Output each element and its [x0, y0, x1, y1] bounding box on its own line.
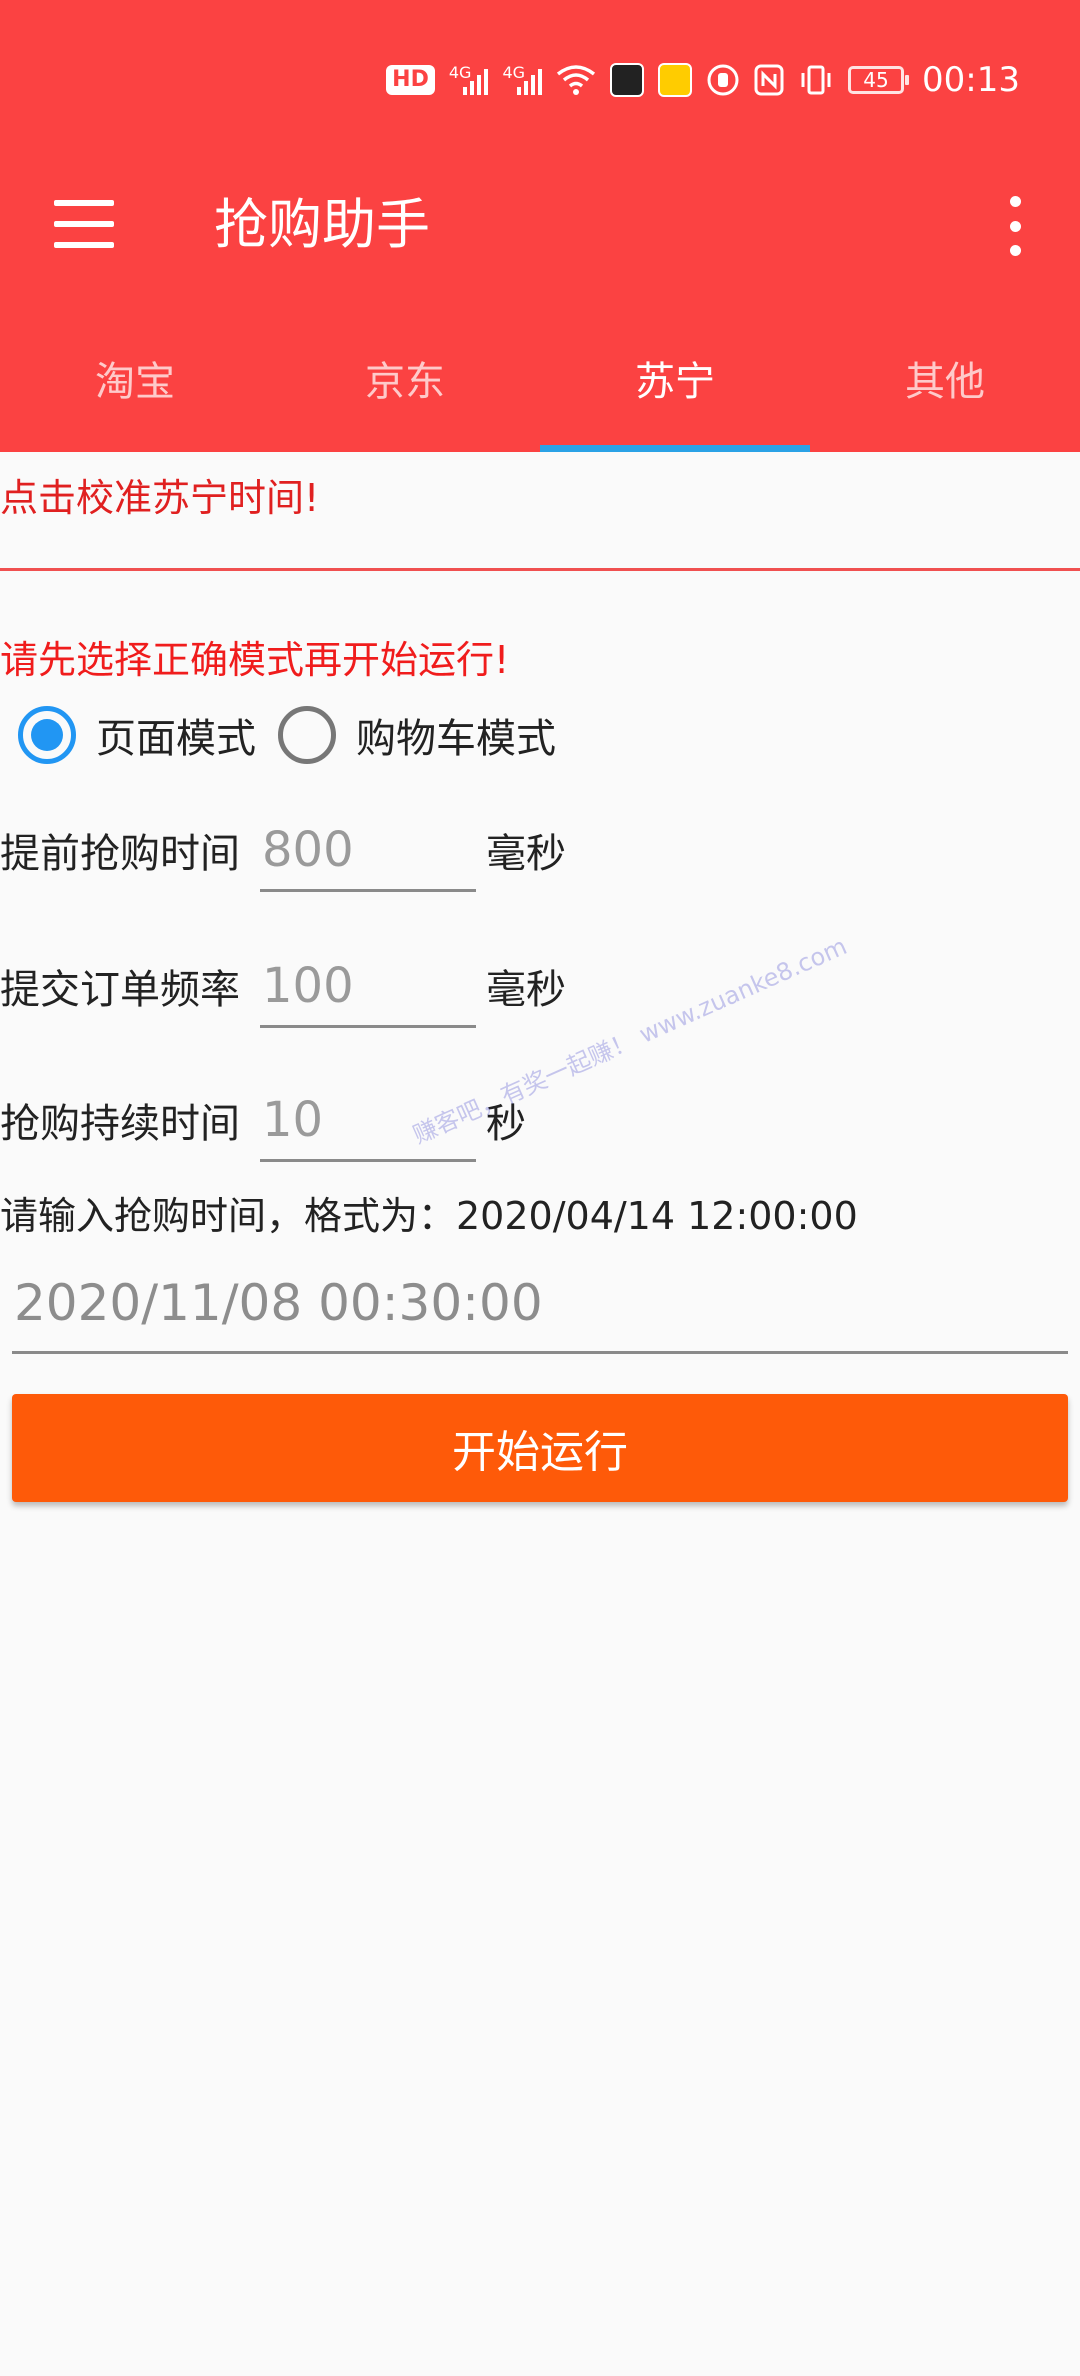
cart-mode-label[interactable]: 购物车模式	[356, 706, 556, 764]
tab-taobao[interactable]: 淘宝	[0, 340, 270, 452]
clock: 00:13	[922, 60, 1020, 100]
hd-icon: HD	[386, 63, 435, 97]
advance-time-unit: 毫秒	[486, 831, 566, 877]
signal-icon: 4G	[449, 63, 489, 97]
more-options-icon[interactable]	[1000, 196, 1030, 256]
hand-icon	[706, 63, 740, 97]
app-notification-icon-2	[658, 63, 693, 97]
vibrate-icon	[798, 63, 834, 97]
submit-frequency-label: 提交订单频率	[0, 967, 240, 1013]
battery-icon: 45	[848, 63, 910, 97]
tab-suning[interactable]: 苏宁	[540, 340, 810, 452]
time-format-hint: 请输入抢购时间，格式为：2020/04/14 12:00:00	[0, 1194, 858, 1238]
nfc-icon	[754, 63, 784, 97]
submit-frequency-unit: 毫秒	[486, 967, 566, 1013]
cart-mode-radio[interactable]	[278, 706, 336, 764]
mode-radio-group: 页面模式 购物车模式	[18, 706, 578, 764]
tab-bar: 淘宝 京东 苏宁 其他	[0, 340, 1080, 452]
tab-jd[interactable]: 京东	[270, 340, 540, 452]
divider	[0, 568, 1080, 571]
advance-time-input[interactable]	[260, 816, 476, 892]
app-notification-icon	[610, 63, 645, 97]
duration-label: 抢购持续时间	[0, 1101, 240, 1147]
purchase-time-input[interactable]	[12, 1262, 1068, 1354]
page-mode-label[interactable]: 页面模式	[96, 706, 256, 764]
page-mode-radio[interactable]	[18, 706, 76, 764]
menu-icon[interactable]	[54, 200, 114, 248]
status-bar: HD 4G 4G 45 00:13	[386, 52, 1020, 108]
tab-other[interactable]: 其他	[810, 340, 1080, 452]
calibrate-time-link[interactable]: 点击校准苏宁时间!	[0, 470, 319, 526]
app-header: HD 4G 4G 45 00:13 抢购助手 淘宝 京东 苏宁 其他	[0, 0, 1080, 452]
wifi-icon	[556, 63, 596, 97]
advance-time-label: 提前抢购时间	[0, 831, 240, 877]
signal-icon-2: 4G	[502, 63, 543, 97]
mode-warning: 请先选择正确模式再开始运行!	[0, 638, 510, 682]
app-title: 抢购助手	[214, 193, 430, 256]
submit-frequency-input[interactable]	[260, 952, 476, 1028]
start-button[interactable]: 开始运行	[12, 1394, 1068, 1502]
